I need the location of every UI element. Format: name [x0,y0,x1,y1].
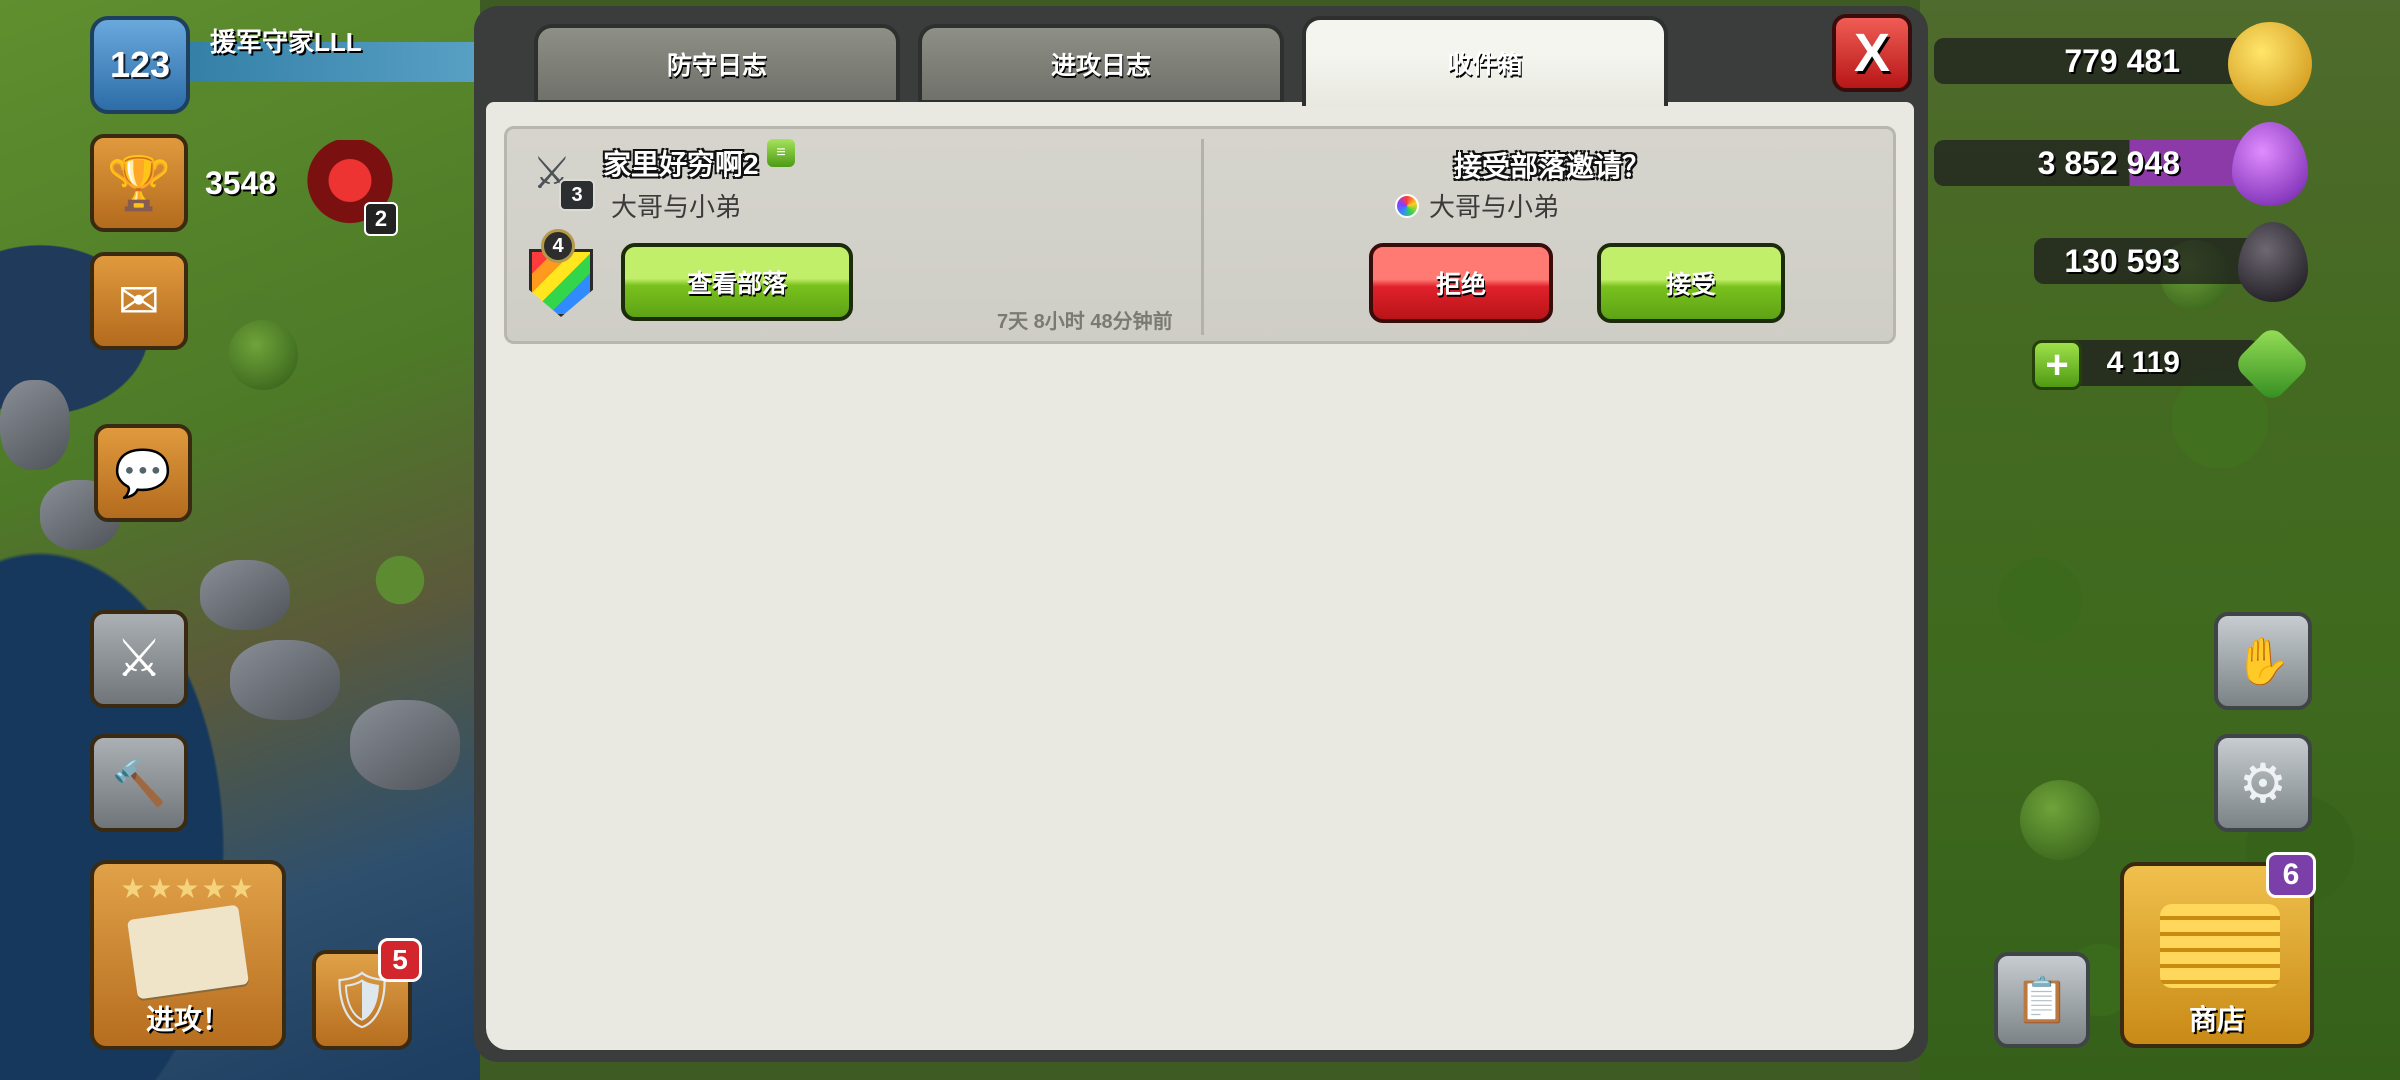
sender-clan-name: 大哥与小弟 [611,192,742,222]
trophy-icon: 🏆 [106,154,172,213]
player-name: 援军守家LLL [210,27,362,57]
crossed-swords-icon: ⚔ [115,630,163,688]
player-level-badge[interactable]: 123 [90,16,190,114]
clan-invite-message: ⚔ 3 家里好穷啊2 ≡ 大哥与小弟 4 查看部落 7天 8小时 48分钟前 接… [504,126,1896,344]
notification-badge: 5 [378,938,422,982]
tab-label: 收件箱 [1447,51,1523,79]
dark-elixir-counter: 130 593 [2034,238,2260,284]
plus-icon: + [2045,342,2069,387]
trophy-count: 3548 [205,165,277,201]
clan-badge: 4 [525,229,593,317]
reject-button[interactable]: 拒绝 [1369,243,1553,323]
envelope-icon: ✉ [118,273,160,329]
news-button[interactable]: 📋 [1994,952,2090,1048]
invite-clan-name: 大哥与小弟 [1429,192,1560,222]
rock [350,700,460,790]
tab-inbox[interactable]: 收件箱 [1302,16,1668,106]
sender-name[interactable]: 家里好穷啊2 [603,143,759,183]
tree [228,320,298,390]
clan-badge-icon [1395,193,1419,218]
edit-layout-button[interactable]: ✋ [2214,612,2312,710]
trophy-button[interactable]: 🏆 [90,134,188,232]
builder-button[interactable]: 🔨 [90,734,188,832]
mail-button[interactable]: ✉ [90,252,188,350]
close-icon: X [1853,23,1891,83]
message-timestamp: 7天 8小时 48分钟前 [997,311,1173,333]
tab-label: 进攻日志 [1050,52,1151,80]
button-label: 查看部落 [686,270,787,298]
tab-attack-log[interactable]: 进攻日志 [918,24,1284,104]
buy-gems-button[interactable]: + [2032,340,2082,390]
clan-level: 4 [541,229,575,263]
league-rank: 2 [364,202,398,236]
rock [230,640,340,720]
chat-button[interactable]: 💬 [94,424,192,522]
shop-label: 商店 [2188,1004,2245,1035]
close-button[interactable]: X [1832,14,1912,92]
rock [0,380,70,470]
notes-icon: 📋 [2014,976,2070,1025]
attack-label: 进攻！ [145,1004,230,1035]
elixir-counter: 3 852 948 [1934,140,2260,186]
gear-icon: ⚙ [2238,753,2288,814]
button-label: 接受 [1665,271,1716,299]
coins-hammer-icon [2160,904,2280,988]
settings-button[interactable]: ⚙ [2214,734,2312,832]
invite-clan: 大哥与小弟 [1395,187,1559,224]
move-hand-icon: ✋ [2234,634,2292,687]
builder-icon: 🔨 [111,759,167,808]
town-hall-level: 3 [559,179,595,211]
star-icon: ★★★★★ [120,873,256,904]
divider [1201,139,1204,335]
button-label: 拒绝 [1435,271,1486,299]
tree [2020,780,2100,860]
tab-label: 防守日志 [666,52,767,80]
gold-counter: 779 481 [1934,38,2260,84]
attack-button[interactable]: ★★★★★ 进攻！ [90,860,286,1050]
invite-title: 接受部落邀请？ [1453,151,1650,182]
message-icon: ≡ [767,139,795,167]
map-icon [126,904,250,1000]
shop-notification-badge: 6 [2266,852,2316,898]
accept-button[interactable]: 接受 [1597,243,1785,323]
player-level: 123 [109,44,171,85]
tab-defense-log[interactable]: 防守日志 [534,24,900,104]
view-clan-button[interactable]: 查看部落 [621,243,853,321]
battle-log-button[interactable]: ⚔ [90,610,188,708]
gold-icon [2228,22,2312,106]
rock [200,560,290,630]
chat-icon: 💬 [114,446,172,499]
